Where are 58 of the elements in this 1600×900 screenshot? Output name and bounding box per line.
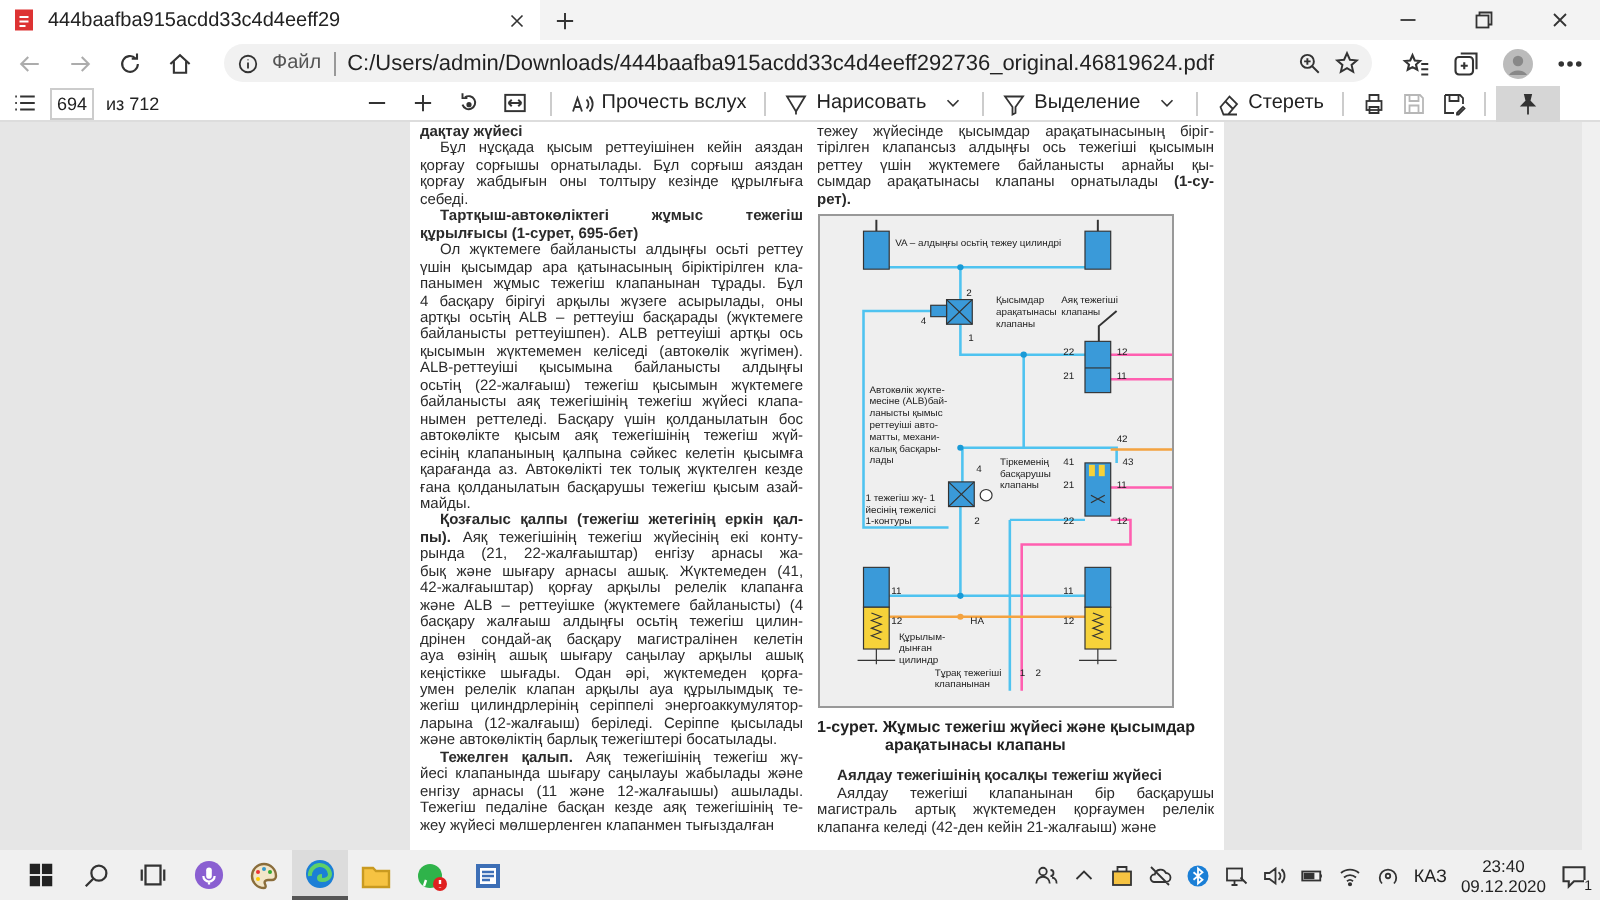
refresh-icon[interactable] bbox=[116, 49, 144, 77]
avatar-icon[interactable] bbox=[1502, 47, 1534, 79]
plus-icon[interactable] bbox=[552, 7, 578, 33]
document-icon bbox=[472, 859, 504, 891]
star-icon[interactable] bbox=[1334, 50, 1360, 76]
toolbar-button[interactable]: Прочесть вслух bbox=[561, 85, 755, 121]
search-icon[interactable] bbox=[81, 860, 111, 890]
erase-icon bbox=[1216, 91, 1241, 115]
speaker-icon[interactable] bbox=[1261, 863, 1286, 887]
microphone-icon[interactable] bbox=[193, 860, 223, 890]
language-indicator[interactable]: КАЗ bbox=[1413, 865, 1447, 885]
draw-icon bbox=[784, 91, 809, 115]
clock-date: 09.12.2020 bbox=[1460, 875, 1546, 895]
browser-icon bbox=[304, 857, 336, 889]
taskbar-app[interactable] bbox=[292, 850, 348, 900]
toolbar-button[interactable]: Стереть bbox=[1208, 85, 1332, 121]
close-icon[interactable] bbox=[1548, 8, 1572, 32]
info-icon[interactable] bbox=[236, 51, 260, 75]
restore-icon[interactable] bbox=[1472, 8, 1496, 32]
ring-icon[interactable] bbox=[1375, 863, 1400, 887]
scrollbar[interactable] bbox=[1582, 122, 1600, 850]
home-icon[interactable] bbox=[166, 49, 194, 77]
read-aloud-icon bbox=[569, 91, 594, 115]
pdf-file-icon bbox=[12, 8, 36, 32]
pin-button[interactable] bbox=[1496, 85, 1560, 121]
people-icon[interactable] bbox=[1033, 863, 1058, 887]
zoom-in-icon[interactable] bbox=[409, 90, 436, 116]
close-icon[interactable] bbox=[506, 9, 528, 31]
figure-caption: 1-сурет. Жұмыс тежегіш жүйесі және қысымдар арақатынасы клапаны bbox=[817, 718, 1198, 755]
chat-app-icon bbox=[416, 859, 448, 891]
address-scheme: Файл bbox=[272, 52, 322, 74]
windows-logo-icon[interactable] bbox=[25, 860, 55, 890]
address-field[interactable]: Файл C:/Users/admin/Downloads/444baafba915acdd33c4d4eeff292736_original.46819624.pdf bbox=[224, 44, 1372, 82]
browser-tab[interactable]: 444baafba915acdd33c4d4eeff29 bbox=[0, 0, 540, 40]
printer-icon bbox=[1362, 91, 1386, 115]
contents-list-icon[interactable] bbox=[12, 90, 38, 116]
fit-page-icon[interactable] bbox=[501, 90, 528, 116]
bluetooth-icon[interactable] bbox=[1185, 863, 1210, 887]
zoom-icon[interactable] bbox=[1296, 50, 1322, 76]
clock-time: 23:40 bbox=[1482, 855, 1525, 875]
tab-title: 444baafba915acdd33c4d4eeff29 bbox=[48, 9, 343, 31]
toolbar-button[interactable]: Выделение bbox=[994, 85, 1149, 121]
toolbar-button[interactable]: Нарисовать bbox=[776, 85, 935, 121]
highlight-icon bbox=[1002, 91, 1027, 115]
notification-icon[interactable] bbox=[1560, 861, 1588, 889]
palette-icon bbox=[248, 859, 280, 891]
box-icon[interactable] bbox=[1109, 863, 1134, 887]
favorites-icon[interactable] bbox=[1402, 49, 1430, 77]
network-icon[interactable] bbox=[1223, 863, 1248, 887]
page-count: из 712 bbox=[106, 93, 160, 113]
address-url: C:/Users/admin/Downloads/444baafba915acdd33c4d4eeff292736_original.46819624.pdf bbox=[347, 51, 1216, 75]
collections-icon[interactable] bbox=[1452, 49, 1480, 77]
pin-icon bbox=[1516, 91, 1540, 115]
floppy-pen-icon bbox=[1442, 91, 1466, 115]
cloud-icon[interactable] bbox=[1147, 863, 1172, 887]
wifi-icon[interactable] bbox=[1337, 863, 1362, 887]
page-number-field[interactable]: 694 bbox=[50, 87, 94, 119]
task-view-icon[interactable] bbox=[137, 860, 167, 890]
